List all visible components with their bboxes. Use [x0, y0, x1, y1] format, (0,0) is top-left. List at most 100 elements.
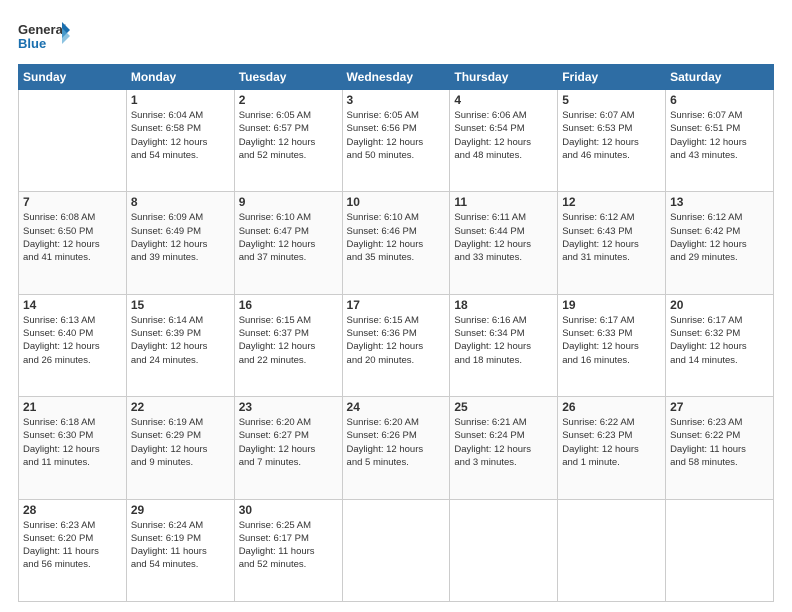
- logo-svg: General Blue: [18, 18, 73, 56]
- day-number: 22: [131, 400, 230, 414]
- day-detail: Sunrise: 6:25 AMSunset: 6:17 PMDaylight:…: [239, 519, 338, 572]
- calendar-cell: 2 Sunrise: 6:05 AMSunset: 6:57 PMDaylight…: [234, 90, 342, 192]
- col-header-wednesday: Wednesday: [342, 65, 450, 90]
- day-detail: Sunrise: 6:24 AMSunset: 6:19 PMDaylight:…: [131, 519, 230, 572]
- calendar-cell: 3 Sunrise: 6:05 AMSunset: 6:56 PMDaylight…: [342, 90, 450, 192]
- day-number: 4: [454, 93, 553, 107]
- col-header-saturday: Saturday: [666, 65, 774, 90]
- calendar-cell: 9 Sunrise: 6:10 AMSunset: 6:47 PMDaylight…: [234, 192, 342, 294]
- calendar-cell: 11 Sunrise: 6:11 AMSunset: 6:44 PMDayligh…: [450, 192, 558, 294]
- day-detail: Sunrise: 6:19 AMSunset: 6:29 PMDaylight:…: [131, 416, 230, 469]
- day-detail: Sunrise: 6:20 AMSunset: 6:27 PMDaylight:…: [239, 416, 338, 469]
- day-number: 9: [239, 195, 338, 209]
- day-number: 1: [131, 93, 230, 107]
- day-detail: Sunrise: 6:14 AMSunset: 6:39 PMDaylight:…: [131, 314, 230, 367]
- day-detail: Sunrise: 6:06 AMSunset: 6:54 PMDaylight:…: [454, 109, 553, 162]
- calendar-cell: 16 Sunrise: 6:15 AMSunset: 6:37 PMDayligh…: [234, 294, 342, 396]
- calendar-cell: 29 Sunrise: 6:24 AMSunset: 6:19 PMDayligh…: [126, 499, 234, 601]
- col-header-sunday: Sunday: [19, 65, 127, 90]
- day-detail: Sunrise: 6:12 AMSunset: 6:43 PMDaylight:…: [562, 211, 661, 264]
- col-header-thursday: Thursday: [450, 65, 558, 90]
- calendar-cell: 28 Sunrise: 6:23 AMSunset: 6:20 PMDayligh…: [19, 499, 127, 601]
- day-number: 21: [23, 400, 122, 414]
- day-detail: Sunrise: 6:21 AMSunset: 6:24 PMDaylight:…: [454, 416, 553, 469]
- calendar-cell: 17 Sunrise: 6:15 AMSunset: 6:36 PMDayligh…: [342, 294, 450, 396]
- day-number: 28: [23, 503, 122, 517]
- day-detail: Sunrise: 6:18 AMSunset: 6:30 PMDaylight:…: [23, 416, 122, 469]
- svg-text:Blue: Blue: [18, 36, 46, 51]
- day-detail: Sunrise: 6:12 AMSunset: 6:42 PMDaylight:…: [670, 211, 769, 264]
- calendar-cell: 22 Sunrise: 6:19 AMSunset: 6:29 PMDayligh…: [126, 397, 234, 499]
- calendar-cell: 14 Sunrise: 6:13 AMSunset: 6:40 PMDayligh…: [19, 294, 127, 396]
- col-header-tuesday: Tuesday: [234, 65, 342, 90]
- day-detail: Sunrise: 6:16 AMSunset: 6:34 PMDaylight:…: [454, 314, 553, 367]
- day-detail: Sunrise: 6:23 AMSunset: 6:20 PMDaylight:…: [23, 519, 122, 572]
- day-number: 27: [670, 400, 769, 414]
- calendar-cell: 7 Sunrise: 6:08 AMSunset: 6:50 PMDaylight…: [19, 192, 127, 294]
- calendar-cell: 26 Sunrise: 6:22 AMSunset: 6:23 PMDayligh…: [558, 397, 666, 499]
- day-detail: Sunrise: 6:07 AMSunset: 6:53 PMDaylight:…: [562, 109, 661, 162]
- day-detail: Sunrise: 6:07 AMSunset: 6:51 PMDaylight:…: [670, 109, 769, 162]
- calendar-cell: 6Sunrise: 6:07 AMSunset: 6:51 PMDaylight…: [666, 90, 774, 192]
- calendar-cell: 12Sunrise: 6:12 AMSunset: 6:43 PMDayligh…: [558, 192, 666, 294]
- day-number: 7: [23, 195, 122, 209]
- day-number: 15: [131, 298, 230, 312]
- day-detail: Sunrise: 6:17 AMSunset: 6:33 PMDaylight:…: [562, 314, 661, 367]
- page: General Blue SundayMondayTuesdayWednesda…: [0, 0, 792, 612]
- day-number: 3: [347, 93, 446, 107]
- day-detail: Sunrise: 6:10 AMSunset: 6:46 PMDaylight:…: [347, 211, 446, 264]
- calendar-cell: 1Sunrise: 6:04 AMSunset: 6:58 PMDaylight…: [126, 90, 234, 192]
- day-detail: Sunrise: 6:15 AMSunset: 6:36 PMDaylight:…: [347, 314, 446, 367]
- calendar-cell: 21 Sunrise: 6:18 AMSunset: 6:30 PMDayligh…: [19, 397, 127, 499]
- col-header-monday: Monday: [126, 65, 234, 90]
- calendar-cell: 30Sunrise: 6:25 AMSunset: 6:17 PMDayligh…: [234, 499, 342, 601]
- day-detail: Sunrise: 6:22 AMSunset: 6:23 PMDaylight:…: [562, 416, 661, 469]
- day-number: 29: [131, 503, 230, 517]
- day-detail: Sunrise: 6:08 AMSunset: 6:50 PMDaylight:…: [23, 211, 122, 264]
- day-detail: Sunrise: 6:09 AMSunset: 6:49 PMDaylight:…: [131, 211, 230, 264]
- day-detail: Sunrise: 6:17 AMSunset: 6:32 PMDaylight:…: [670, 314, 769, 367]
- calendar-cell: 5 Sunrise: 6:07 AMSunset: 6:53 PMDaylight…: [558, 90, 666, 192]
- calendar-cell: 27 Sunrise: 6:23 AMSunset: 6:22 PMDayligh…: [666, 397, 774, 499]
- day-detail: Sunrise: 6:13 AMSunset: 6:40 PMDaylight:…: [23, 314, 122, 367]
- calendar-cell: 15 Sunrise: 6:14 AMSunset: 6:39 PMDayligh…: [126, 294, 234, 396]
- day-number: 10: [347, 195, 446, 209]
- day-number: 24: [347, 400, 446, 414]
- day-number: 11: [454, 195, 553, 209]
- header: General Blue: [18, 18, 774, 56]
- day-detail: Sunrise: 6:11 AMSunset: 6:44 PMDaylight:…: [454, 211, 553, 264]
- day-number: 2: [239, 93, 338, 107]
- calendar-cell: 18Sunrise: 6:16 AMSunset: 6:34 PMDayligh…: [450, 294, 558, 396]
- day-number: 16: [239, 298, 338, 312]
- day-number: 8: [131, 195, 230, 209]
- day-number: 5: [562, 93, 661, 107]
- calendar-cell: [666, 499, 774, 601]
- calendar-cell: 20 Sunrise: 6:17 AMSunset: 6:32 PMDayligh…: [666, 294, 774, 396]
- calendar-cell: 8 Sunrise: 6:09 AMSunset: 6:49 PMDaylight…: [126, 192, 234, 294]
- day-number: 23: [239, 400, 338, 414]
- calendar-cell: [558, 499, 666, 601]
- col-header-friday: Friday: [558, 65, 666, 90]
- day-detail: Sunrise: 6:05 AMSunset: 6:57 PMDaylight:…: [239, 109, 338, 162]
- day-number: 17: [347, 298, 446, 312]
- calendar-cell: 24Sunrise: 6:20 AMSunset: 6:26 PMDayligh…: [342, 397, 450, 499]
- calendar-cell: 13 Sunrise: 6:12 AMSunset: 6:42 PMDayligh…: [666, 192, 774, 294]
- calendar-cell: 10 Sunrise: 6:10 AMSunset: 6:46 PMDayligh…: [342, 192, 450, 294]
- day-detail: Sunrise: 6:05 AMSunset: 6:56 PMDaylight:…: [347, 109, 446, 162]
- day-number: 26: [562, 400, 661, 414]
- day-number: 20: [670, 298, 769, 312]
- day-number: 14: [23, 298, 122, 312]
- calendar-cell: 25 Sunrise: 6:21 AMSunset: 6:24 PMDayligh…: [450, 397, 558, 499]
- day-number: 13: [670, 195, 769, 209]
- day-detail: Sunrise: 6:10 AMSunset: 6:47 PMDaylight:…: [239, 211, 338, 264]
- calendar-cell: 4 Sunrise: 6:06 AMSunset: 6:54 PMDaylight…: [450, 90, 558, 192]
- day-detail: Sunrise: 6:15 AMSunset: 6:37 PMDaylight:…: [239, 314, 338, 367]
- calendar-cell: 23 Sunrise: 6:20 AMSunset: 6:27 PMDayligh…: [234, 397, 342, 499]
- day-detail: Sunrise: 6:23 AMSunset: 6:22 PMDaylight:…: [670, 416, 769, 469]
- calendar-table: SundayMondayTuesdayWednesdayThursdayFrid…: [18, 64, 774, 602]
- svg-text:General: General: [18, 22, 66, 37]
- day-number: 25: [454, 400, 553, 414]
- calendar-cell: 19Sunrise: 6:17 AMSunset: 6:33 PMDayligh…: [558, 294, 666, 396]
- calendar-cell: [19, 90, 127, 192]
- logo: General Blue: [18, 18, 73, 56]
